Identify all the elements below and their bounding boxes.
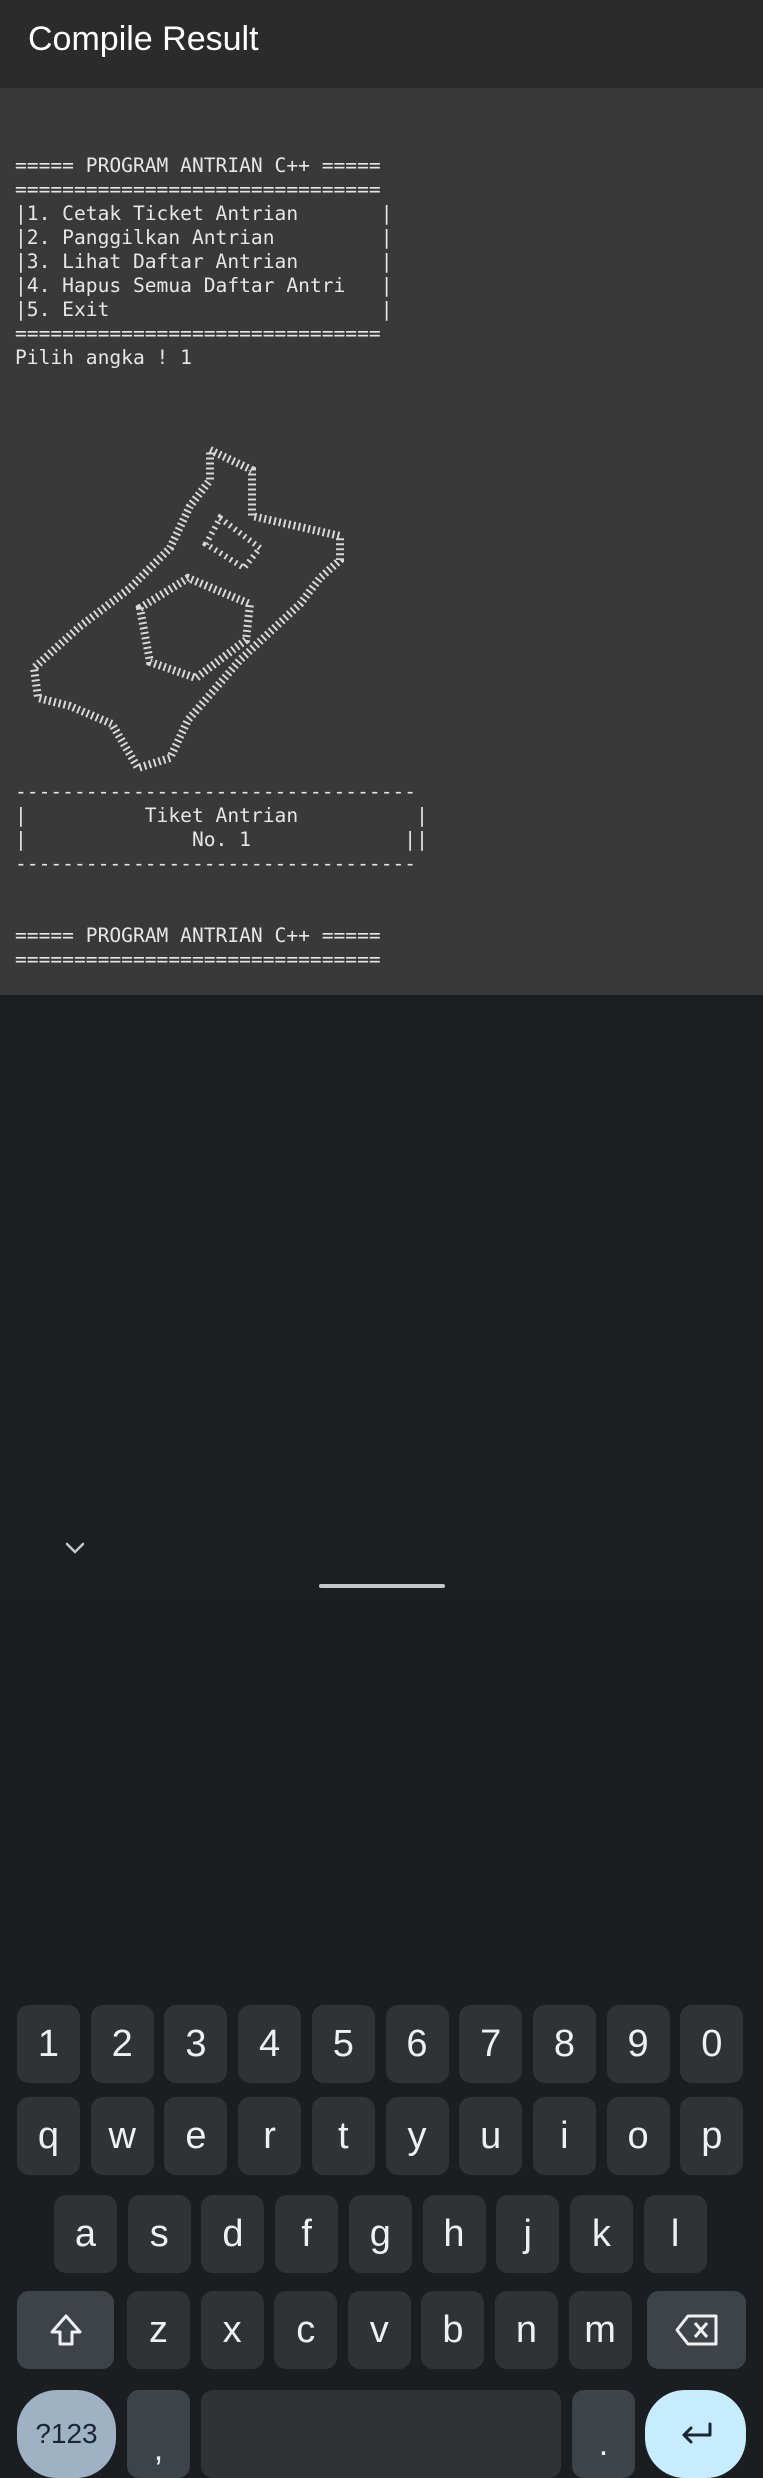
key-0[interactable]: 0: [680, 2005, 744, 2083]
space-bar[interactable]: [201, 2390, 561, 2478]
key-s[interactable]: s: [127, 2195, 191, 2273]
key-1[interactable]: 1: [17, 2005, 80, 2083]
key-n[interactable]: n: [495, 2291, 558, 2369]
key-3[interactable]: 3: [164, 2005, 228, 2083]
shift-key[interactable]: [17, 2291, 114, 2369]
backspace-icon: [675, 2314, 717, 2346]
key-8[interactable]: 8: [532, 2005, 596, 2083]
key-x[interactable]: x: [200, 2291, 264, 2369]
key-o[interactable]: o: [606, 2097, 670, 2175]
key-l[interactable]: l: [643, 2195, 707, 2273]
key-c[interactable]: c: [274, 2291, 338, 2369]
key-9[interactable]: 9: [606, 2005, 670, 2083]
backspace-key[interactable]: [647, 2291, 746, 2369]
key-5[interactable]: 5: [311, 2005, 375, 2083]
key-f[interactable]: f: [275, 2195, 339, 2273]
key-m[interactable]: m: [568, 2291, 632, 2369]
menu-output-repeat: ===== PROGRAM ANTRIAN C++ ===== ========…: [15, 924, 381, 971]
chevron-down-icon[interactable]: [62, 1538, 88, 1558]
key-k[interactable]: k: [569, 2195, 633, 2273]
gesture-handle[interactable]: [319, 1584, 445, 1588]
ticket-ascii-art: [29, 443, 344, 773]
key-w[interactable]: w: [90, 2097, 154, 2175]
key-q[interactable]: q: [17, 2097, 80, 2175]
period-key[interactable]: .: [572, 2390, 635, 2478]
enter-return-arrow-icon: [682, 2422, 711, 2444]
key-6[interactable]: 6: [385, 2005, 449, 2083]
key-u[interactable]: u: [459, 2097, 523, 2175]
app-bar: Compile Result: [0, 0, 763, 88]
key-7[interactable]: 7: [459, 2005, 523, 2083]
key-4[interactable]: 4: [238, 2005, 302, 2083]
key-d[interactable]: d: [201, 2195, 265, 2273]
console-output: ===== PROGRAM ANTRIAN C++ ===== ========…: [0, 88, 763, 995]
key-z[interactable]: z: [127, 2291, 190, 2369]
key-p[interactable]: p: [680, 2097, 744, 2175]
key-t[interactable]: t: [311, 2097, 375, 2175]
key-e[interactable]: e: [164, 2097, 228, 2175]
key-r[interactable]: r: [238, 2097, 302, 2175]
key-g[interactable]: g: [348, 2195, 412, 2273]
key-h[interactable]: h: [422, 2195, 486, 2273]
key-v[interactable]: v: [347, 2291, 411, 2369]
ticket-output: ---------------------------------- | Tik…: [15, 780, 428, 875]
key-i[interactable]: i: [532, 2097, 596, 2175]
page-title: Compile Result: [28, 20, 259, 58]
key-a[interactable]: a: [54, 2195, 117, 2273]
key-2[interactable]: 2: [90, 2005, 154, 2083]
comma-key[interactable]: ,: [127, 2390, 190, 2478]
symbols-key[interactable]: ?123: [17, 2390, 116, 2478]
key-b[interactable]: b: [421, 2291, 485, 2369]
key-j[interactable]: j: [496, 2195, 560, 2273]
shift-arrow-up-icon: [50, 2314, 81, 2346]
on-screen-keyboard: 1234567890 qwertyuiop asdfghjkl zxcvbnm …: [0, 995, 763, 2478]
key-y[interactable]: y: [385, 2097, 449, 2175]
enter-key[interactable]: [645, 2390, 746, 2478]
menu-output: ===== PROGRAM ANTRIAN C++ ===== ========…: [15, 154, 393, 369]
